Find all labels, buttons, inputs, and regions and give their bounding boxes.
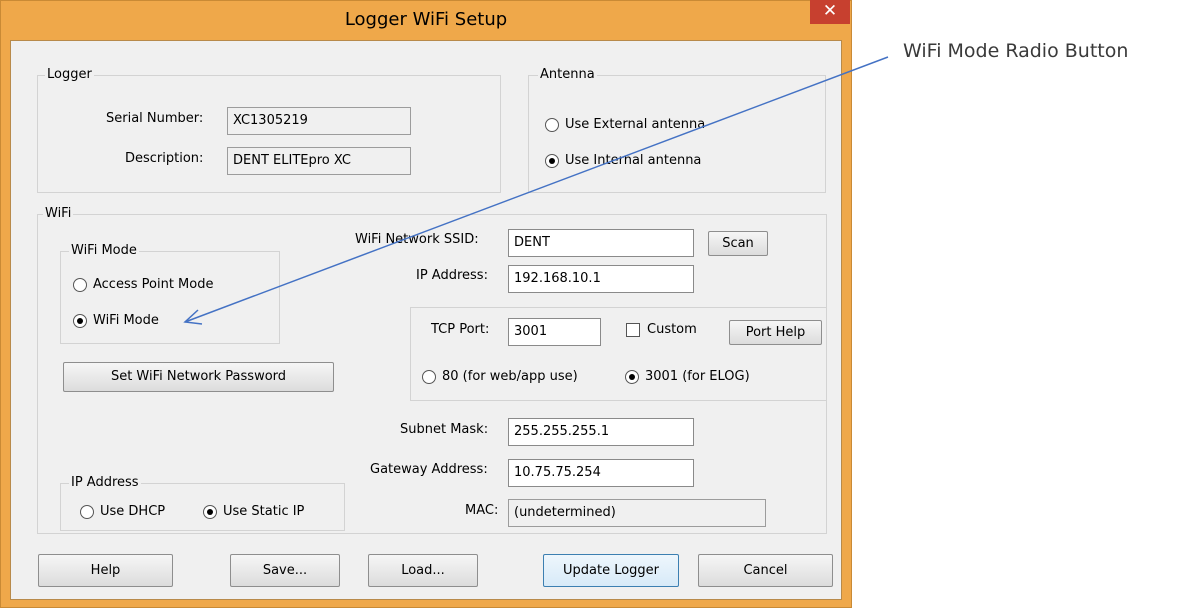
- annotation-arrow: [183, 56, 889, 325]
